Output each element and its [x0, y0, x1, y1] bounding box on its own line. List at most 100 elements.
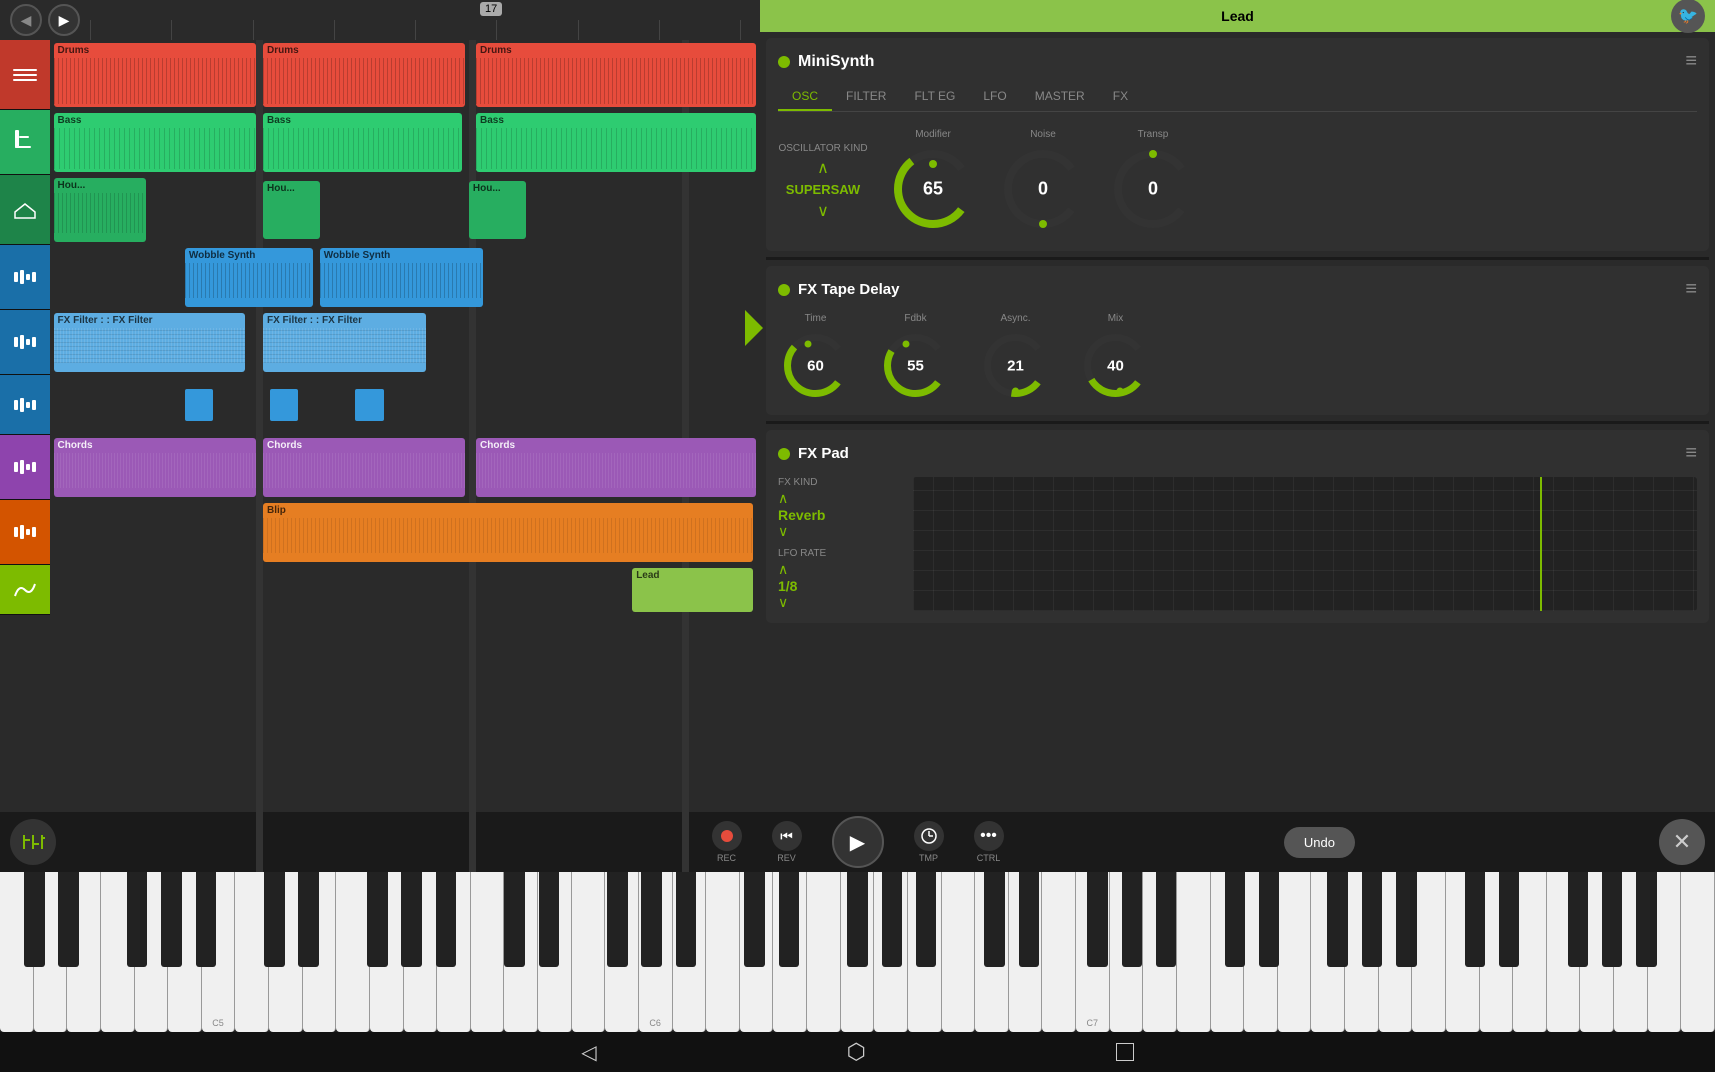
undo-button[interactable]: Undo	[1284, 827, 1355, 858]
segment-wobble-1[interactable]: Wobble Synth	[185, 248, 313, 307]
track-fxfilter[interactable]: FX Filter : : FX Filter FX Filter : : FX…	[50, 313, 760, 372]
black-key[interactable]	[1602, 872, 1623, 967]
fdbk-knob[interactable]: 55	[878, 328, 953, 403]
fx-kind-up[interactable]: ∧	[778, 490, 898, 507]
black-key[interactable]	[1225, 872, 1246, 967]
black-key[interactable]	[367, 872, 388, 967]
segment-blueblock-2[interactable]	[270, 389, 298, 421]
segment-drums-1[interactable]: Drums	[54, 43, 256, 107]
segment-drums-2[interactable]: Drums	[263, 43, 465, 107]
white-key[interactable]	[1278, 872, 1312, 1032]
nav-back[interactable]: ◁	[581, 1040, 596, 1065]
play-button-top[interactable]: ▶	[48, 4, 80, 36]
white-key[interactable]	[942, 872, 976, 1032]
rev-button[interactable]: ⏮ REV	[772, 821, 802, 863]
lead-header-icon[interactable]: 🐦	[1671, 0, 1705, 33]
track-blip[interactable]: Blip	[50, 503, 760, 562]
fx-kind-down[interactable]: ∨	[778, 523, 898, 540]
black-key[interactable]	[676, 872, 697, 967]
track-blueblocks[interactable]	[50, 378, 760, 432]
play-button[interactable]: ▶	[832, 816, 884, 868]
track-label-chords[interactable]	[0, 435, 50, 500]
segment-chords-3[interactable]: Chords	[476, 438, 756, 497]
segment-lead-1[interactable]: Lead	[632, 568, 753, 612]
segment-fxfilter-1[interactable]: FX Filter : : FX Filter	[54, 313, 246, 372]
black-key[interactable]	[1122, 872, 1143, 967]
black-key[interactable]	[641, 872, 662, 967]
black-key[interactable]	[1636, 872, 1657, 967]
segment-house-1[interactable]: Hou...	[54, 178, 146, 242]
track-label-fxfilter[interactable]	[0, 310, 50, 375]
black-key[interactable]	[1019, 872, 1040, 967]
fx-pad-menu-icon[interactable]: ≡	[1685, 442, 1697, 465]
black-key[interactable]	[1465, 872, 1486, 967]
black-key[interactable]	[58, 872, 79, 967]
track-lead[interactable]: Lead	[50, 568, 760, 612]
segment-wobble-2[interactable]: Wobble Synth	[320, 248, 483, 307]
segment-blip-1[interactable]: Blip	[263, 503, 753, 562]
black-key[interactable]	[1396, 872, 1417, 967]
tmp-button[interactable]: TMP	[914, 821, 944, 863]
black-key[interactable]	[1259, 872, 1280, 967]
tab-flt-eg[interactable]: FLT EG	[900, 83, 969, 111]
track-drums[interactable]: Drums Drums Drums	[50, 43, 760, 107]
black-key[interactable]	[984, 872, 1005, 967]
black-key[interactable]	[607, 872, 628, 967]
black-key[interactable]	[127, 872, 148, 967]
black-key[interactable]	[1087, 872, 1108, 967]
white-key[interactable]	[1681, 872, 1715, 1032]
segment-house-2[interactable]: Hou...	[263, 181, 320, 239]
tab-master[interactable]: MASTER	[1021, 83, 1099, 111]
time-knob[interactable]: 60	[778, 328, 853, 403]
black-key[interactable]	[264, 872, 285, 967]
white-key[interactable]	[1412, 872, 1446, 1032]
segment-bass-2[interactable]: Bass	[263, 113, 462, 172]
track-label-lead[interactable]	[0, 565, 50, 615]
segment-house-3[interactable]: Hou...	[469, 181, 526, 239]
track-label-drums[interactable]	[0, 40, 50, 110]
back-button[interactable]: ◀	[10, 4, 42, 36]
white-key[interactable]	[807, 872, 841, 1032]
black-key[interactable]	[196, 872, 217, 967]
black-key[interactable]	[847, 872, 868, 967]
track-label-blueblocks[interactable]	[0, 375, 50, 435]
transport-controls[interactable]: ◀ ▶	[0, 4, 90, 36]
track-wobble[interactable]: Wobble Synth Wobble Synth	[50, 248, 760, 307]
segment-blueblock-3[interactable]	[355, 389, 383, 421]
black-key[interactable]	[24, 872, 45, 967]
modifier-knob[interactable]: 65	[888, 144, 978, 234]
lfo-rate-down[interactable]: ∨	[778, 594, 898, 611]
segment-bass-1[interactable]: Bass	[54, 113, 256, 172]
osc-kind-down[interactable]: ∨	[817, 201, 829, 221]
black-key[interactable]	[1568, 872, 1589, 967]
black-key[interactable]	[401, 872, 422, 967]
segment-chords-1[interactable]: Chords	[54, 438, 256, 497]
minisynth-menu-icon[interactable]: ≡	[1685, 50, 1697, 73]
noise-knob[interactable]: 0	[998, 144, 1088, 234]
osc-kind-up[interactable]: ∧	[817, 158, 829, 178]
white-key[interactable]	[572, 872, 606, 1032]
track-house[interactable]: Hou... Hou... Hou...	[50, 178, 760, 242]
fx-pad-grid[interactable]	[913, 477, 1697, 611]
black-key[interactable]	[161, 872, 182, 967]
black-key[interactable]	[436, 872, 457, 967]
mixer-button[interactable]	[10, 819, 56, 865]
track-label-house[interactable]	[0, 175, 50, 245]
track-bass[interactable]: Bass Bass Bass	[50, 113, 760, 172]
transp-knob[interactable]: 0	[1108, 144, 1198, 234]
mix-knob[interactable]: 40	[1078, 328, 1153, 403]
black-key[interactable]	[916, 872, 937, 967]
nav-home[interactable]: ⬡	[847, 1039, 866, 1065]
black-key[interactable]	[1499, 872, 1520, 967]
segment-blueblock-1[interactable]	[185, 389, 213, 421]
tab-osc[interactable]: OSC	[778, 83, 832, 111]
nav-recent[interactable]	[1116, 1043, 1134, 1061]
black-key[interactable]	[1156, 872, 1177, 967]
segment-fxfilter-2[interactable]: FX Filter : : FX Filter	[263, 313, 426, 372]
segment-bass-3[interactable]: Bass	[476, 113, 756, 172]
lfo-rate-up[interactable]: ∧	[778, 561, 898, 578]
track-content-area[interactable]: Drums Drums Drums Bass Bass B	[50, 40, 760, 872]
black-key[interactable]	[298, 872, 319, 967]
async-knob[interactable]: 21	[978, 328, 1053, 403]
track-label-wobble[interactable]	[0, 245, 50, 310]
